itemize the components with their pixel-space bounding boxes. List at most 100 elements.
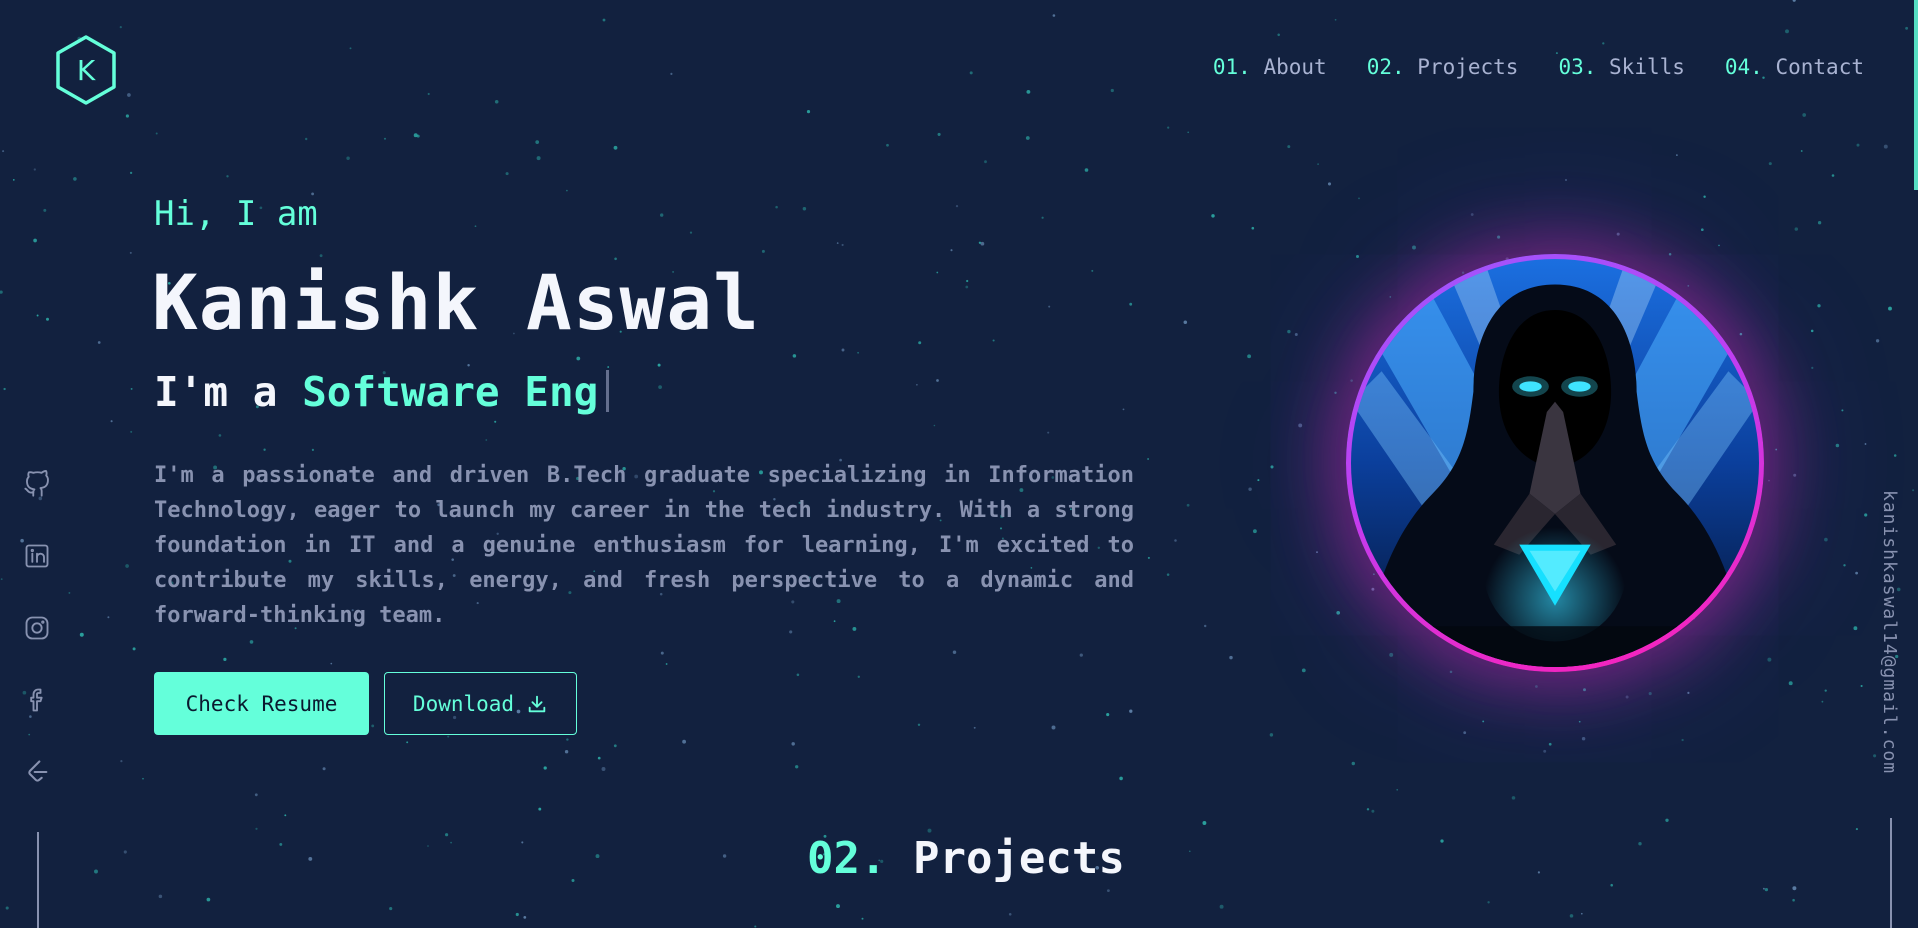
star-dot [305,137,308,141]
hero-bio: I'm a passionate and driven B.Tech gradu… [154,463,1134,628]
star-dot [1188,850,1191,853]
linkedin-icon [25,544,49,568]
star-dot [1888,306,1892,311]
star-dot [936,379,939,382]
star-dot [1317,163,1319,165]
star-dot [142,777,144,780]
star-dot [1166,573,1170,576]
logo[interactable]: K [54,34,118,106]
instagram-link[interactable] [22,614,52,642]
star-dot [1270,465,1274,469]
star-dot [1687,285,1690,287]
star-dot [1147,458,1150,460]
star-dot [1051,725,1056,730]
nav-item-projects[interactable]: 02. Projects [1367,55,1519,79]
star-dot [1257,479,1260,482]
star-dot [1389,652,1394,657]
linkedin-link[interactable] [22,542,52,570]
main-nav: 01. About 02. Projects 03. Skills 04. Co… [1213,55,1864,79]
star-dot [33,238,37,243]
facebook-link[interactable] [22,686,52,714]
star-dot [886,143,889,147]
star-dot [254,793,258,797]
star-dot [1106,713,1110,717]
check-resume-button[interactable]: Check Resume [154,672,369,735]
star-dot [1768,479,1770,482]
star-dot [1463,731,1467,735]
nav-item-about[interactable]: 01. About [1213,55,1327,79]
star-dot [130,430,133,433]
portfolio-page: K 01. About 02. Projects 03. Skills 04. … [0,0,1918,928]
star-dot [1129,709,1133,713]
star-dot [543,766,547,770]
star-dot [1396,788,1399,791]
star-dot [1856,143,1860,147]
star-dot [1718,244,1720,247]
star-dot [1371,809,1375,813]
star-dot [1247,354,1252,359]
star-dot [346,156,350,161]
star-dot [1008,913,1012,916]
page-scrollbar[interactable] [1914,0,1918,190]
star-dot [1648,692,1652,696]
star-dot [538,807,542,811]
star-dot [485,439,488,441]
star-dot [1855,828,1858,831]
star-dot [1905,26,1909,30]
star-dot [1412,245,1416,250]
github-link[interactable] [22,470,52,498]
star-dot [1794,227,1799,231]
nav-item-contact[interactable]: 04. Contact [1725,55,1864,79]
star-dot [602,18,606,22]
star-dot [450,841,452,844]
avatar-frame [1346,254,1764,672]
star-dot [1079,653,1083,657]
star-dot [1511,796,1516,800]
star-dot [1186,503,1190,507]
star-dot [349,47,352,50]
star-dot [43,208,47,212]
star-dot [916,383,918,386]
hero-name: Kanishk Aswal [152,258,760,347]
star-dot [1219,904,1224,909]
star-dot [1052,14,1056,17]
star-dot [1665,818,1669,822]
star-dot [1287,145,1291,149]
star-dot [1681,738,1684,742]
star-dot [129,171,133,175]
star-dot [984,160,987,164]
star-dot [966,279,969,283]
star-dot [1269,733,1274,737]
star-dot [566,189,568,192]
star-dot [657,363,661,367]
star-dot [1366,808,1370,811]
star-dot [689,231,693,234]
nav-number: 03. [1558,55,1597,79]
star-dot [1316,551,1318,553]
star-dot [132,647,136,651]
hero-greeting: Hi, I am [154,194,318,234]
star-dot [1668,252,1672,256]
star-dot [1047,431,1050,434]
star-dot [950,249,953,252]
star-dot [474,225,477,228]
star-dot [1873,754,1877,758]
leetcode-link[interactable] [22,758,52,786]
star-dot [1817,221,1822,225]
download-button[interactable]: Download [384,672,577,735]
section-title: Projects [886,833,1125,884]
star-dot [521,841,524,844]
projects-section-heading: 02. Projects [807,833,1125,884]
star-dot [125,564,129,568]
nav-label: Projects [1417,55,1519,79]
nav-item-skills[interactable]: 03. Skills [1558,55,1684,79]
star-dot [383,137,387,140]
star-dot [1811,366,1814,369]
star-dot [1334,18,1337,21]
star-dot [535,140,540,144]
star-dot [857,351,860,354]
email-link[interactable]: kanishkaswal14@gmail.com [1879,490,1900,774]
star-dot [97,341,101,344]
star-dot [1638,842,1642,846]
star-dot [564,750,569,754]
